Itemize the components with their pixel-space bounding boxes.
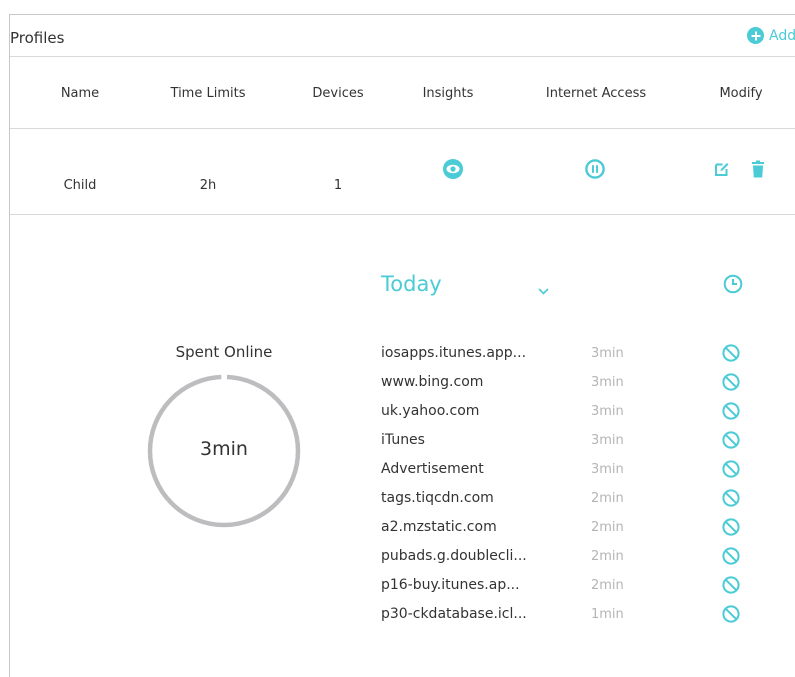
add-profile-label: Add <box>769 27 795 44</box>
trash-icon[interactable] <box>752 160 764 182</box>
column-header-name: Name <box>60 86 100 101</box>
divider <box>10 214 795 215</box>
spent-online-label: Spent Online <box>175 343 273 361</box>
panel-title: Profiles <box>10 29 65 47</box>
profile-devices: 1 <box>333 178 343 193</box>
site-name: p16-buy.itunes.ap... <box>381 577 520 593</box>
block-icon[interactable] <box>722 605 740 627</box>
divider <box>10 56 795 57</box>
block-icon[interactable] <box>722 373 740 395</box>
block-icon[interactable] <box>722 402 740 424</box>
block-icon[interactable] <box>722 344 740 366</box>
site-name: uk.yahoo.com <box>381 403 480 419</box>
site-time: 3min <box>591 462 624 477</box>
block-icon[interactable] <box>722 460 740 482</box>
column-header-devices: Devices <box>312 86 364 101</box>
site-time: 3min <box>591 375 624 390</box>
site-name: a2.mzstatic.com <box>381 519 497 535</box>
column-header-modify: Modify <box>719 86 763 101</box>
spent-online-value: 3min <box>200 438 248 460</box>
site-name: pubads.g.doublecli... <box>381 548 527 564</box>
block-icon[interactable] <box>722 489 740 511</box>
site-time: 2min <box>591 578 624 593</box>
add-profile-button[interactable]: Add <box>747 27 795 44</box>
site-time: 3min <box>591 433 624 448</box>
site-time: 1min <box>591 607 624 622</box>
block-icon[interactable] <box>722 431 740 453</box>
eye-icon[interactable] <box>443 159 463 183</box>
site-time: 2min <box>591 491 624 506</box>
profile-name: Child <box>63 178 97 193</box>
column-header-time-limits: Time Limits <box>170 86 246 101</box>
site-name: p30-ckdatabase.icl... <box>381 606 527 622</box>
site-time: 3min <box>591 346 624 361</box>
block-icon[interactable] <box>722 576 740 598</box>
chevron-down-icon[interactable] <box>538 280 549 299</box>
site-name: www.bing.com <box>381 374 484 390</box>
site-name: tags.tiqcdn.com <box>381 490 494 506</box>
site-name: iosapps.itunes.app... <box>381 345 527 361</box>
site-name: Advertisement <box>381 461 484 477</box>
block-icon[interactable] <box>722 518 740 540</box>
site-time: 3min <box>591 404 624 419</box>
site-time: 2min <box>591 549 624 564</box>
site-time: 2min <box>591 520 624 535</box>
column-header-internet-access: Internet Access <box>545 86 647 101</box>
column-header-insights: Insights <box>422 86 474 101</box>
profile-time-limit: 2h <box>199 178 217 193</box>
clock-icon[interactable] <box>723 274 743 298</box>
site-name: iTunes <box>381 432 425 448</box>
plus-circle-icon <box>747 27 764 44</box>
block-icon[interactable] <box>722 547 740 569</box>
period-selector[interactable]: Today <box>381 272 442 296</box>
edit-icon[interactable] <box>714 161 730 181</box>
pause-icon[interactable] <box>585 159 605 183</box>
divider <box>10 128 795 129</box>
